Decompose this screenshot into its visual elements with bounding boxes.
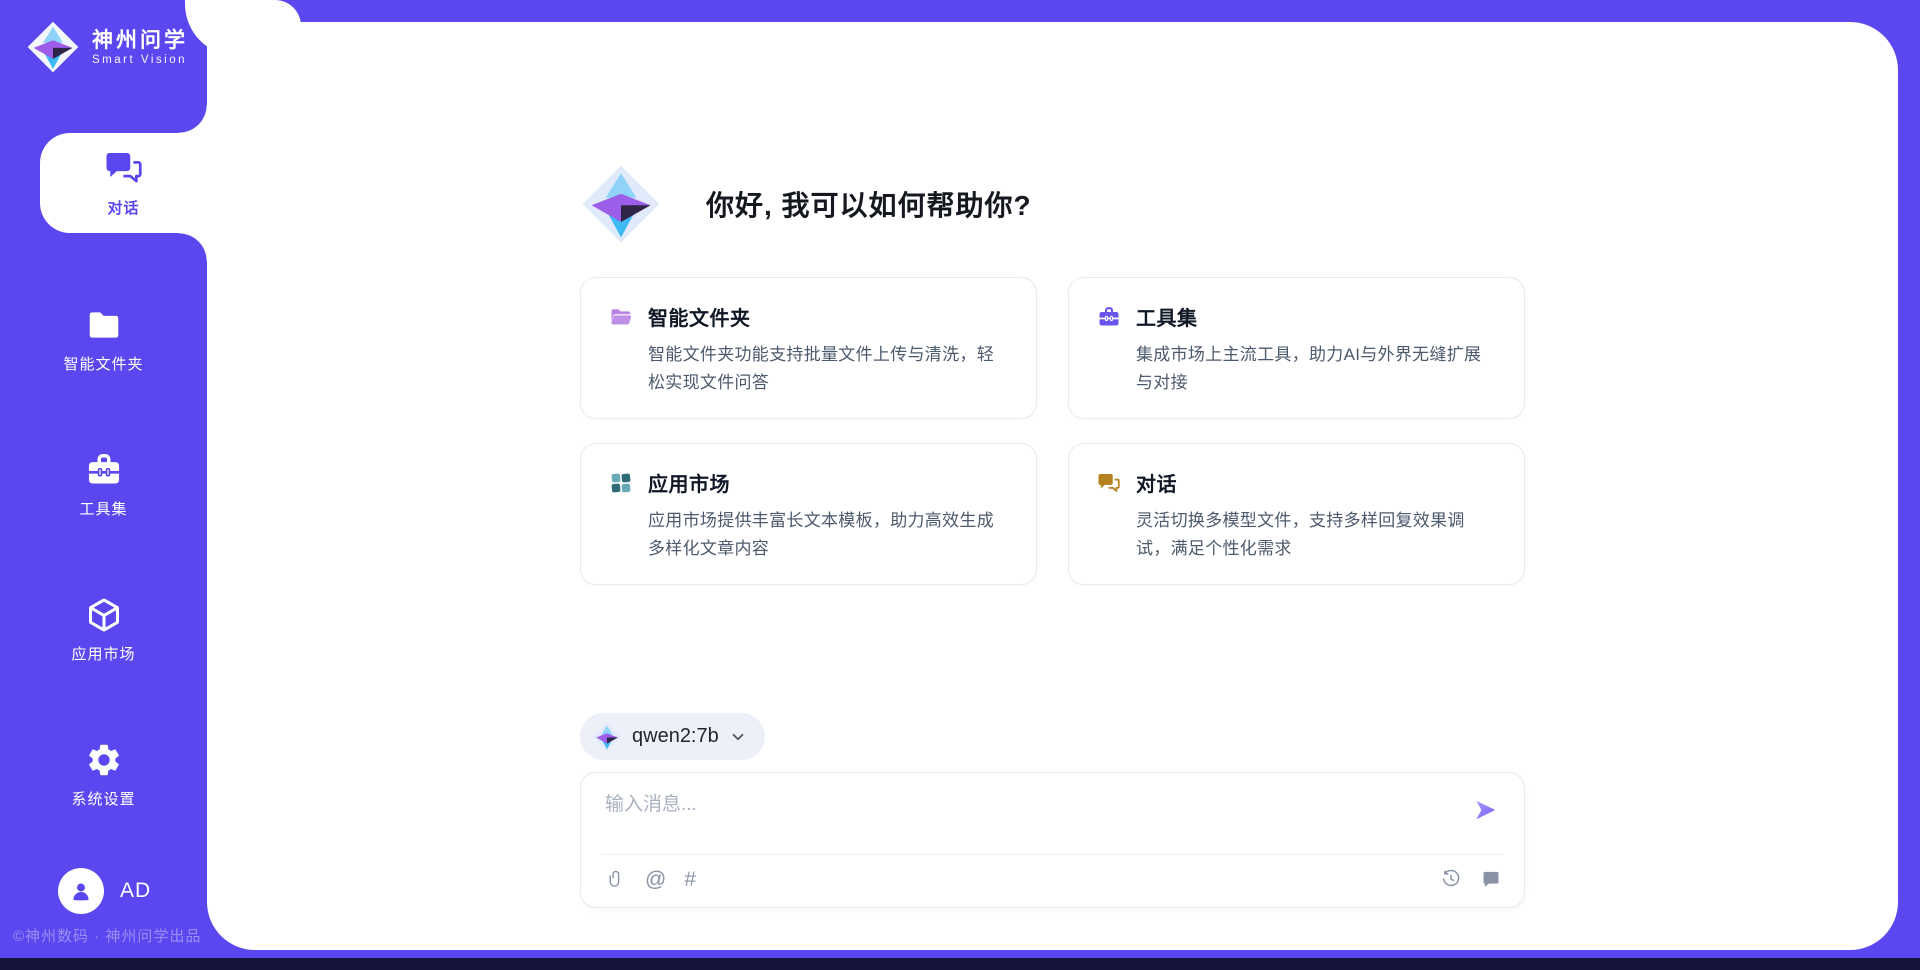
- model-diamond-icon: [592, 722, 622, 752]
- send-icon: [1472, 797, 1498, 823]
- sidebar-item-label: 系统设置: [71, 788, 135, 809]
- toolbox-icon: [1097, 305, 1121, 329]
- greeting-text: 你好, 我可以如何帮助你?: [706, 184, 1032, 224]
- market-grid-icon: [609, 471, 633, 495]
- cube-icon: [85, 596, 123, 634]
- message-icon[interactable]: [1480, 868, 1502, 890]
- user-name: AD: [120, 879, 151, 903]
- card-app-market[interactable]: 应用市场 应用市场提供丰富长文本模板，助力高效生成多样化文章内容: [580, 443, 1037, 585]
- card-description: 集成市场上主流工具，助力AI与外界无缝扩展与对接: [1136, 341, 1498, 396]
- model-selector[interactable]: qwen2:7b: [580, 713, 765, 760]
- brand-diamond-icon: [26, 20, 80, 74]
- chevron-down-icon: [729, 728, 747, 746]
- history-icon[interactable]: [1440, 868, 1462, 890]
- card-title: 智能文件夹: [648, 302, 751, 331]
- sidebar-item-label: 应用市场: [71, 643, 135, 664]
- sidebar-item-app-market[interactable]: 应用市场: [0, 578, 207, 682]
- folder-icon: [85, 306, 123, 344]
- brand-title: 神州问学: [92, 28, 188, 54]
- message-input[interactable]: [605, 789, 1472, 845]
- model-name: qwen2:7b: [632, 725, 719, 748]
- tab-fillet-bottom: [179, 233, 207, 261]
- folder-icon: [609, 305, 633, 329]
- send-button[interactable]: [1472, 797, 1502, 827]
- card-title: 工具集: [1136, 302, 1198, 331]
- card-title: 对话: [1136, 468, 1177, 497]
- greeting-diamond-icon: [580, 163, 662, 245]
- sidebar-item-chat[interactable]: 对话: [40, 133, 207, 233]
- at-icon[interactable]: @: [645, 869, 666, 890]
- toolbox-icon: [85, 451, 123, 489]
- sidebar-item-label: 对话: [107, 197, 139, 218]
- main-content: 你好, 我可以如何帮助你? 智能文件夹 智能文件夹功能支持批量文件上传与清洗，轻…: [207, 22, 1898, 950]
- card-title: 应用市场: [648, 468, 730, 497]
- tab-fillet-top: [179, 105, 207, 133]
- feature-cards: 智能文件夹 智能文件夹功能支持批量文件上传与清洗，轻松实现文件问答 工具集 集成…: [580, 277, 1525, 585]
- attachment-icon[interactable]: [605, 868, 627, 890]
- message-input-card: @ #: [580, 772, 1525, 908]
- sidebar-item-label: 智能文件夹: [63, 353, 143, 374]
- bottom-bar: [0, 958, 1920, 970]
- avatar: [58, 868, 104, 914]
- sidebar-item-settings[interactable]: 系统设置: [0, 723, 207, 827]
- brand-subtitle: Smart Vision: [92, 54, 188, 66]
- card-toolset[interactable]: 工具集 集成市场上主流工具，助力AI与外界无缝扩展与对接: [1068, 277, 1525, 419]
- person-icon: [67, 877, 95, 905]
- copyright-footer: ©神州数码 · 神州问学出品: [13, 925, 201, 946]
- card-smart-folder[interactable]: 智能文件夹 智能文件夹功能支持批量文件上传与清洗，轻松实现文件问答: [580, 277, 1037, 419]
- card-description: 灵活切换多模型文件，支持多样回复效果调试，满足个性化需求: [1136, 507, 1498, 562]
- hash-icon[interactable]: #: [684, 869, 696, 890]
- sidebar-item-smart-folder[interactable]: 智能文件夹: [0, 288, 207, 392]
- card-description: 智能文件夹功能支持批量文件上传与清洗，轻松实现文件问答: [648, 341, 1010, 396]
- gear-icon: [85, 741, 123, 779]
- greeting: 你好, 我可以如何帮助你?: [580, 163, 1525, 245]
- sidebar: 神州问学 Smart Vision 对话 智能文件夹: [0, 0, 207, 970]
- chat-icon: [104, 148, 144, 188]
- card-description: 应用市场提供丰富长文本模板，助力高效生成多样化文章内容: [648, 507, 1010, 562]
- sidebar-item-label: 工具集: [79, 498, 127, 519]
- brand-logo: 神州问学 Smart Vision: [26, 20, 188, 74]
- card-chat[interactable]: 对话 灵活切换多模型文件，支持多样回复效果调试，满足个性化需求: [1068, 443, 1525, 585]
- composer: qwen2:7b: [580, 713, 1525, 908]
- chat-icon: [1097, 471, 1121, 495]
- user-account[interactable]: AD: [58, 868, 151, 914]
- sidebar-item-toolset[interactable]: 工具集: [0, 433, 207, 537]
